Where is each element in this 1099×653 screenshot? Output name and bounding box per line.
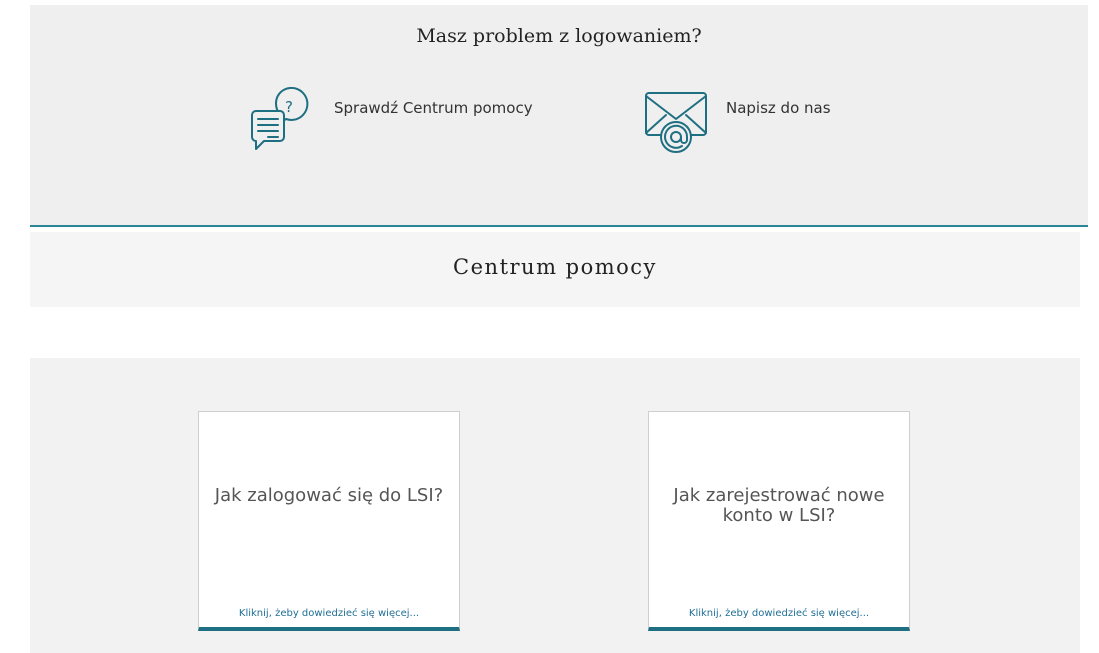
help-card-title: Jak zalogować się do LSI?: [214, 485, 444, 506]
help-center-title: Centrum pomocy: [453, 255, 657, 279]
contact-us-link-label: Napisz do nas: [726, 99, 831, 117]
login-help-panel: Masz problem z logowaniem? ? Sprawdź Cen…: [30, 5, 1088, 227]
login-help-title: Masz problem z logowaniem?: [416, 25, 702, 47]
help-center-link-label: Sprawdź Centrum pomocy: [334, 99, 533, 117]
help-card-login[interactable]: Jak zalogować się do LSI? Kliknij, żeby …: [198, 411, 460, 631]
help-card-more-link[interactable]: Kliknij, żeby dowiedzieć się więcej...: [199, 608, 459, 619]
email-envelope-icon: [640, 87, 712, 159]
help-center-link[interactable]: ? Sprawdź Centrum pomocy: [248, 86, 533, 159]
svg-text:?: ?: [285, 98, 293, 116]
help-card-title: Jak zarejestrować nowe konto w LSI?: [673, 485, 885, 526]
help-center-header: Centrum pomocy: [30, 232, 1080, 307]
help-card-more-link[interactable]: Kliknij, żeby dowiedzieć się więcej...: [649, 608, 909, 619]
help-cards-area: Jak zalogować się do LSI? Kliknij, żeby …: [30, 358, 1080, 653]
contact-us-link[interactable]: Napisz do nas: [640, 87, 831, 159]
help-chat-icon: ?: [248, 86, 320, 159]
help-card-register[interactable]: Jak zarejestrować nowe konto w LSI? Klik…: [648, 411, 910, 631]
